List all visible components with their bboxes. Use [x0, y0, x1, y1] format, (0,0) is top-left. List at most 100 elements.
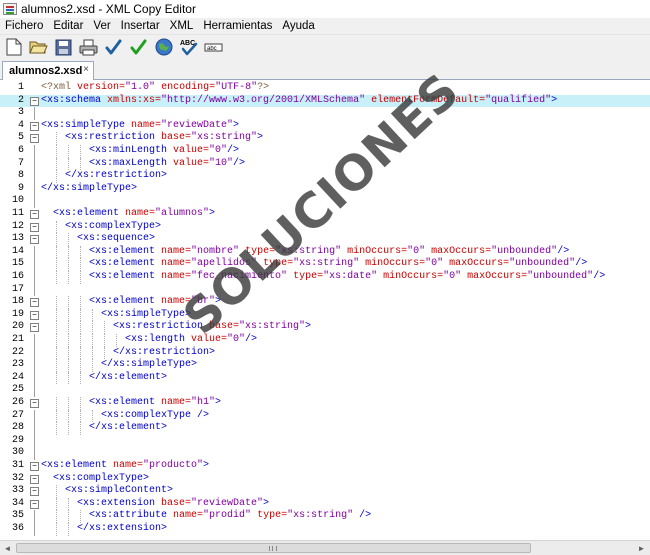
code-token: "fec_nacimiento"	[191, 271, 288, 282]
line-number: 3	[17, 107, 24, 119]
fold-toggle-icon[interactable]: −	[30, 474, 39, 484]
code-line[interactable]: 17	[0, 283, 650, 297]
menu-ayuda[interactable]: Ayuda	[277, 20, 319, 32]
menu-ver[interactable]: Ver	[88, 20, 115, 32]
horizontal-scrollbar[interactable]: ◄ ►	[0, 540, 650, 555]
code-line[interactable]: 36 </xs:extension>	[0, 523, 650, 536]
line-number: 18	[11, 296, 24, 308]
code-line[interactable]: 26− <xs:element name="h1">	[0, 397, 650, 410]
fold-toggle-icon[interactable]: −	[30, 487, 39, 497]
validate-icon[interactable]	[128, 37, 149, 58]
code-line[interactable]: 27 <xs:complexType />	[0, 409, 650, 423]
code-line[interactable]: 32− <xs:complexType>	[0, 473, 650, 486]
indent-guide	[56, 157, 57, 171]
code-line[interactable]: 33− <xs:simpleContent>	[0, 485, 650, 498]
indent-guide	[56, 245, 57, 259]
fold-toggle-icon[interactable]: −	[30, 462, 39, 471]
line-number: 24	[11, 371, 24, 383]
code-line[interactable]: 23 </xs:simpleType>	[0, 359, 650, 372]
fold-toggle-icon[interactable]: −	[30, 222, 39, 232]
code-line[interactable]: 28 </xs:element>	[0, 422, 650, 435]
indent-guide	[56, 334, 57, 347]
code-line[interactable]: 20− <xs:restriction base="xs:string">	[0, 321, 650, 334]
print-icon[interactable]	[78, 37, 99, 58]
fold-toggle-icon[interactable]: −	[30, 134, 39, 144]
fold-guide	[34, 384, 35, 397]
menu-fichero[interactable]: Fichero	[0, 20, 48, 32]
code-line[interactable]: 1 <?xml version="1.0" encoding="UTF-8"?>	[0, 82, 650, 95]
code-text: <xs:element name="fec_nacimiento" type="…	[89, 271, 605, 284]
close-icon[interactable]: ×	[83, 64, 89, 75]
menu-editar[interactable]: Editar	[48, 20, 88, 32]
code-line[interactable]: 4− <xs:simpleType name="reviewDate">	[0, 120, 650, 133]
code-token: "10"	[209, 157, 234, 169]
scrollbar-thumb[interactable]	[16, 543, 531, 553]
code-line[interactable]: 24 </xs:element>	[0, 371, 650, 385]
fold-toggle-icon[interactable]: −	[30, 96, 39, 106]
code-token: "1.0"	[125, 82, 156, 93]
open-folder-icon[interactable]	[28, 37, 49, 58]
fold-guide	[34, 422, 35, 435]
code-line[interactable]: 14 <xs:element name="nombre" type="xs:str…	[0, 245, 650, 259]
code-line[interactable]: 29	[0, 434, 650, 448]
scroll-left-icon[interactable]: ◄	[2, 543, 13, 554]
check-wellformed-icon[interactable]	[103, 37, 124, 58]
code-line[interactable]: 21 <xs:length value="0"/>	[0, 334, 650, 347]
menu-herramientas[interactable]: Herramientas	[198, 20, 277, 32]
code-line[interactable]: 34− <xs:extension base="reviewDate">	[0, 497, 650, 511]
code-line[interactable]: 9 </xs:simpleType>	[0, 182, 650, 196]
code-token: <xs:element	[89, 296, 162, 308]
code-line[interactable]: 15 <xs:element name="apellidos" type="xs:…	[0, 258, 650, 271]
code-token: </xs:element>	[89, 422, 168, 434]
code-line[interactable]: 22 </xs:restriction>	[0, 346, 650, 360]
fold-toggle-icon[interactable]: −	[30, 399, 39, 408]
code-line[interactable]: 5− <xs:restriction base="xs:string">	[0, 132, 650, 145]
tab-alumnos2[interactable]: alumnos2.xsd ×	[2, 61, 94, 80]
code-text: </xs:simpleType>	[41, 183, 137, 196]
code-line[interactable]: 10	[0, 195, 650, 208]
spellcheck-alt-icon[interactable]: abc	[203, 37, 224, 58]
code-line[interactable]: 12− <xs:complexType>	[0, 220, 650, 234]
menu-xml[interactable]: XML	[165, 20, 199, 32]
code-line[interactable]: 3	[0, 107, 650, 120]
indent-guide	[68, 409, 69, 423]
code-line[interactable]: 31− <xs:element name="producto">	[0, 460, 650, 473]
fold-toggle-icon[interactable]: −	[30, 310, 39, 320]
fold-toggle-icon[interactable]: −	[30, 323, 39, 333]
fold-guide	[34, 346, 35, 360]
fold-toggle-icon[interactable]: −	[30, 235, 39, 245]
menu-insertar[interactable]: Insertar	[116, 20, 165, 32]
code-line[interactable]: 35 <xs:attribute name="prodid" type="xs:s…	[0, 510, 650, 523]
code-text: </xs:extension>	[77, 523, 167, 536]
code-line[interactable]: 16 <xs:element name="fec_nacimiento" type…	[0, 271, 650, 284]
fold-toggle-icon[interactable]: −	[30, 121, 39, 131]
code-line[interactable]: 25	[0, 384, 650, 397]
code-editor[interactable]: 1 <?xml version="1.0" encoding="UTF-8"?> 2…	[0, 80, 650, 540]
indent-guide	[104, 321, 105, 334]
code-line[interactable]: 13− <xs:sequence>	[0, 233, 650, 246]
save-icon[interactable]	[53, 37, 74, 58]
code-token: />	[353, 510, 372, 522]
indent-guide	[56, 132, 57, 145]
code-line[interactable]: 18− <xs:element name="br">	[0, 296, 650, 309]
browser-preview-icon[interactable]	[153, 37, 174, 58]
code-token: </xs:restriction>	[65, 170, 168, 182]
code-token: "unbounded"	[527, 271, 594, 282]
fold-toggle-icon[interactable]: −	[30, 298, 39, 308]
line-number: 16	[11, 271, 24, 282]
code-line[interactable]: 11− <xs:element name="alumnos">	[0, 208, 650, 221]
code-line[interactable]: 7 <xs:maxLength value="10"/>	[0, 157, 650, 171]
code-line[interactable]: 19− <xs:simpleType>	[0, 308, 650, 322]
code-token: <xs:element	[89, 271, 162, 282]
code-token: <xs:element	[89, 258, 162, 270]
code-line[interactable]: 8 </xs:restriction>	[0, 170, 650, 183]
line-number: 1	[17, 82, 24, 93]
code-line[interactable]: 2− <xs:schema xmlns:xs="http://www.w3.org…	[0, 94, 650, 108]
fold-toggle-icon[interactable]: −	[30, 499, 39, 509]
spellcheck-icon[interactable]: ABC	[178, 37, 199, 58]
fold-toggle-icon[interactable]: −	[30, 210, 39, 219]
code-line[interactable]: 30	[0, 447, 650, 460]
code-line[interactable]: 6 <xs:minLength value="0"/>	[0, 145, 650, 158]
new-document-icon[interactable]	[3, 37, 24, 58]
scroll-right-icon[interactable]: ►	[636, 543, 647, 554]
